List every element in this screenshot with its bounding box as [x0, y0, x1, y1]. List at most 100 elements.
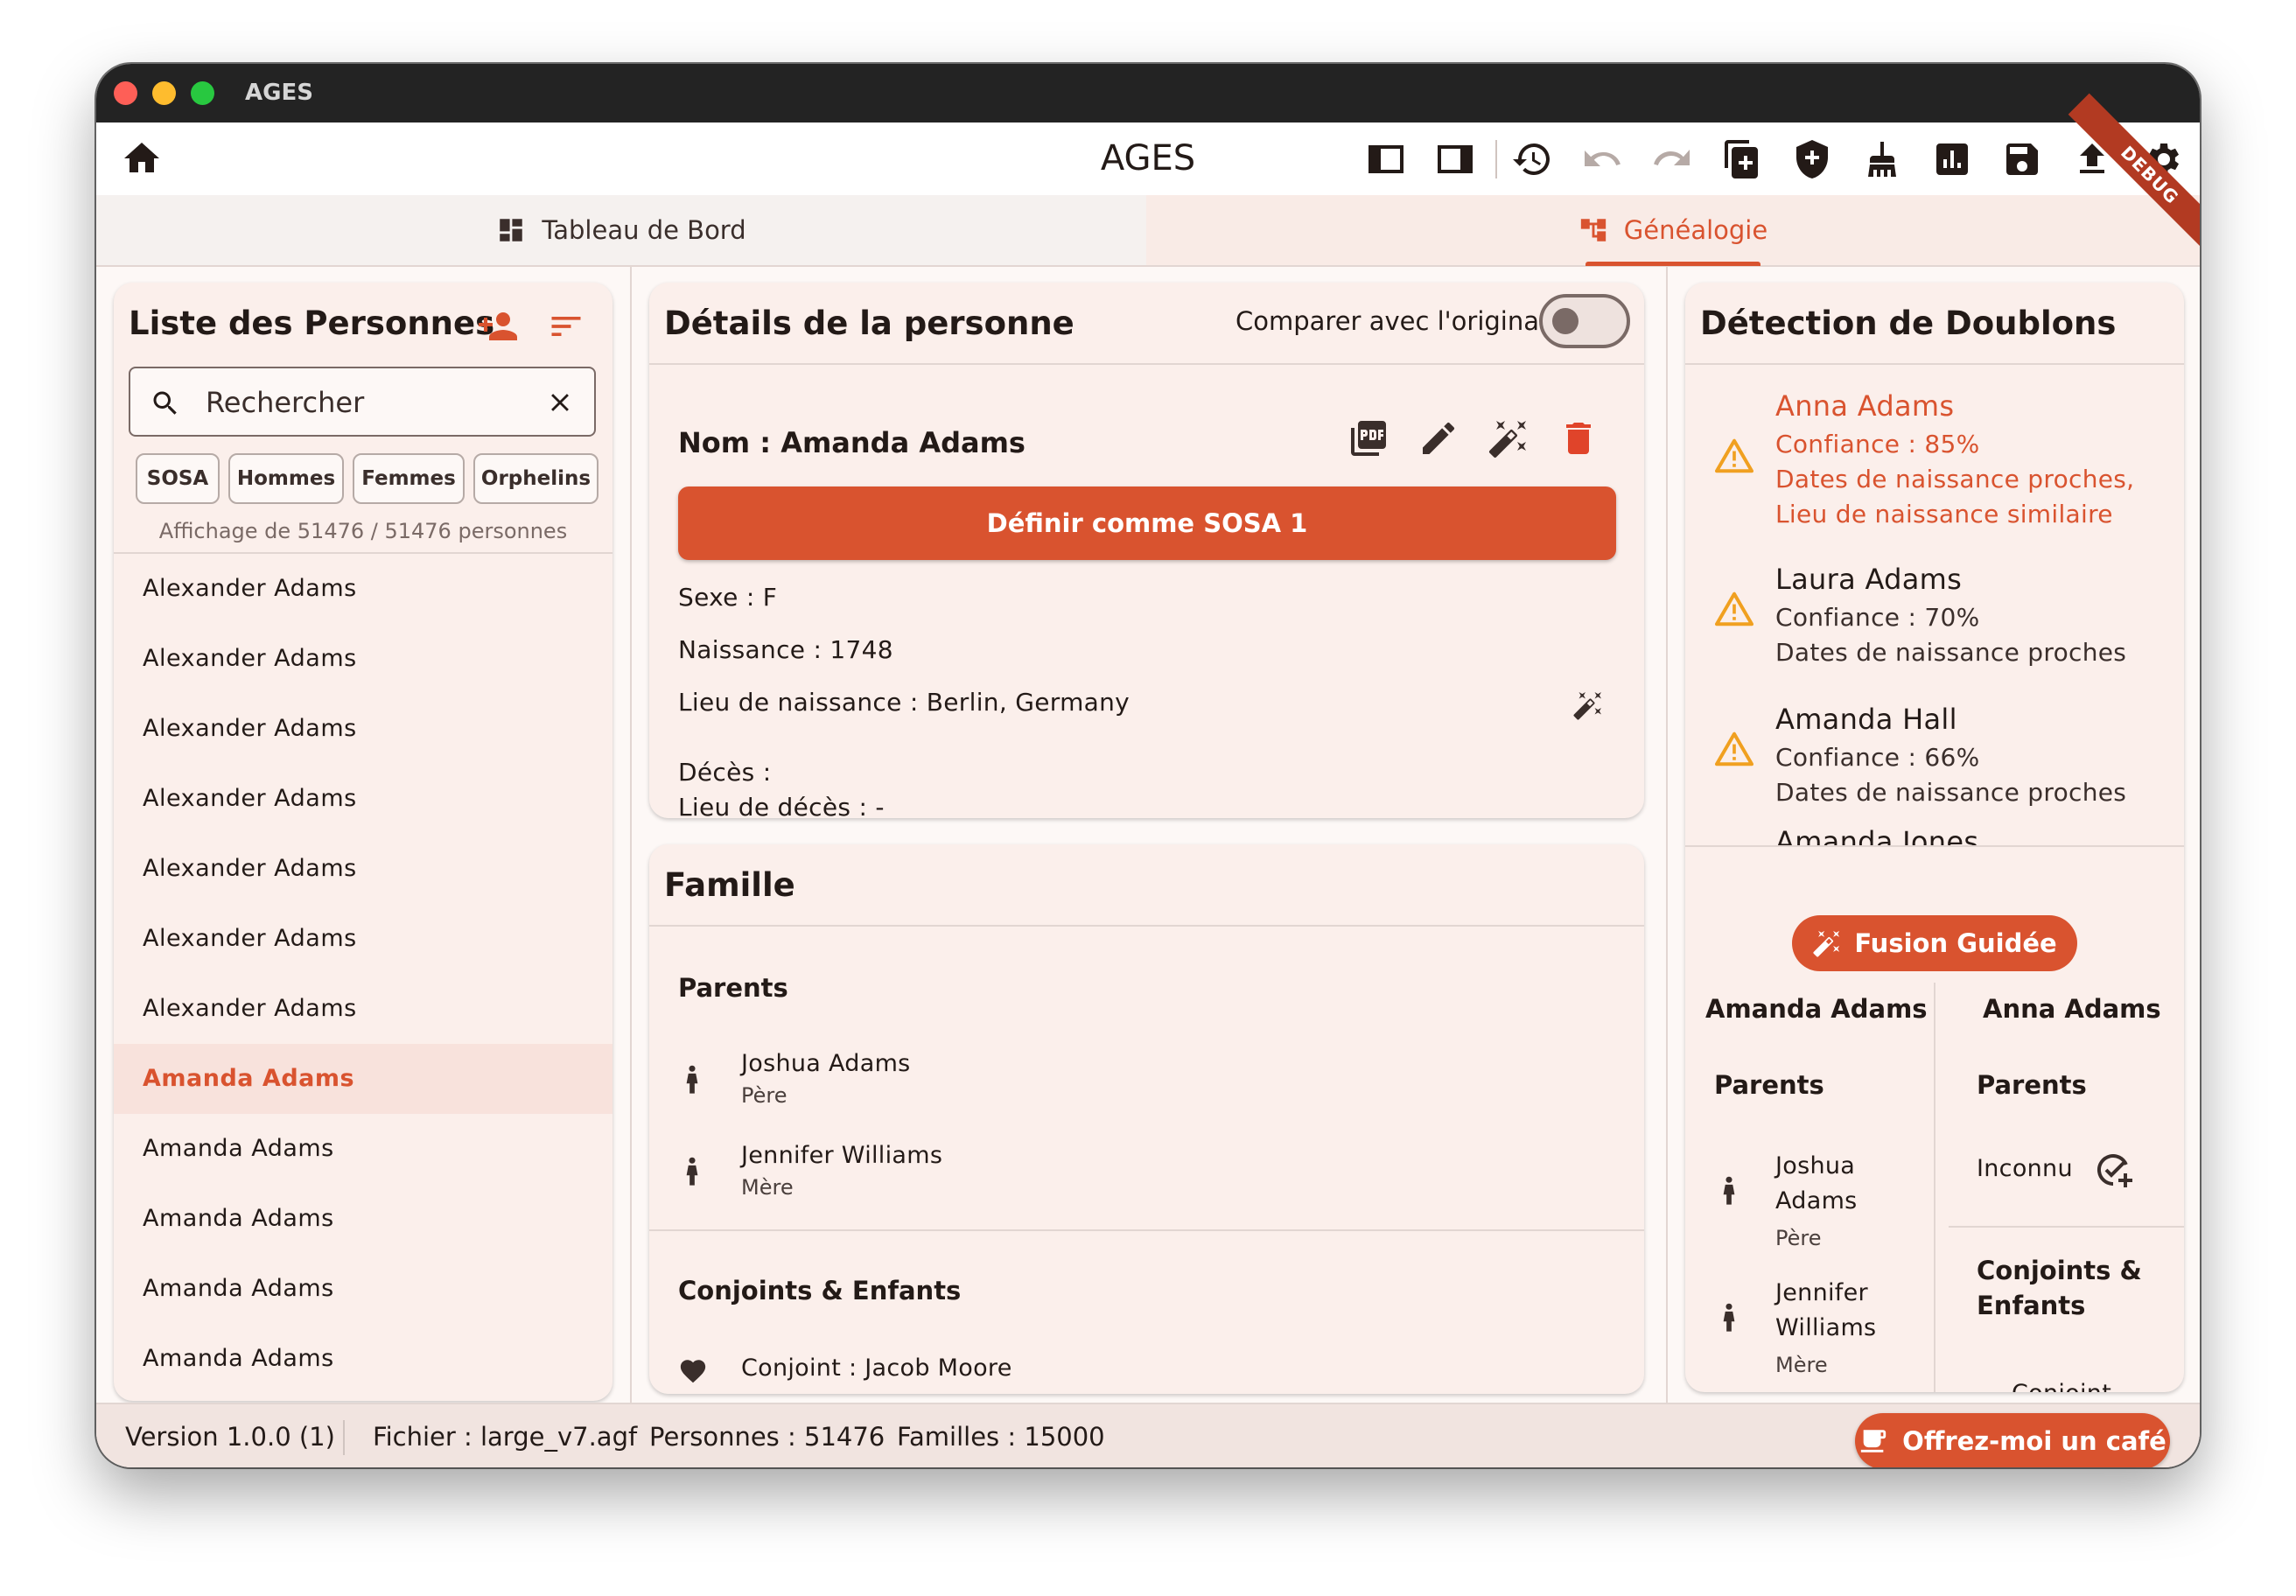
analytics-icon[interactable]: [1931, 138, 1973, 180]
person-list-item[interactable]: Amanda Adams: [114, 1114, 612, 1184]
divider: [649, 1229, 1644, 1231]
tab-genealogy[interactable]: Généalogie: [1146, 195, 2200, 265]
coffee-button-label: Offrez-moi un café: [1902, 1426, 2166, 1456]
search-input[interactable]: Rechercher: [129, 367, 596, 437]
person-list-item[interactable]: Alexander Adams: [114, 694, 612, 764]
parent-name[interactable]: Jennifer Williams: [741, 1142, 942, 1169]
divider: [1685, 363, 2184, 365]
duplicate-name: Amanda Hall: [1775, 703, 1957, 736]
toolbar-separator: [1495, 140, 1497, 178]
add-check-icon[interactable]: [2094, 1149, 2136, 1191]
duplicate-reason: Lieu de naissance similaire: [1775, 500, 2113, 528]
compare-parent-role: Mère: [1775, 1353, 1828, 1377]
filter-chip-men[interactable]: Hommes: [228, 453, 344, 504]
dashboard-icon: [500, 219, 523, 242]
search-icon: [153, 391, 177, 415]
person-list-item[interactable]: Alexander Adams: [114, 834, 612, 904]
version-text: Version 1.0.0 (1): [125, 1422, 335, 1452]
parents-heading: Parents: [678, 973, 788, 1003]
duplicate-confidence: Confiance : 70%: [1775, 603, 1980, 632]
parent-role: Mère: [741, 1175, 794, 1200]
compare-parent-first: Jennifer: [1775, 1279, 1868, 1306]
duplicate-reason: Dates de naissance proches: [1775, 778, 2127, 807]
person-birth-place: Lieu de naissance : Berlin, Germany: [678, 688, 1130, 717]
panel-right-icon[interactable]: [1434, 138, 1476, 180]
duplicate-item-clipped[interactable]: Amanda Jones: [1685, 825, 2184, 845]
person-list-item[interactable]: Alexander Adams: [114, 554, 612, 624]
filter-chip-orphans[interactable]: Orphelins: [473, 453, 598, 504]
save-icon[interactable]: [2001, 138, 2043, 180]
person-list-item[interactable]: Amanda Adams: [114, 1044, 612, 1114]
parent-role: Père: [741, 1083, 788, 1108]
magic-wand-icon[interactable]: [1488, 417, 1530, 459]
person-list-item[interactable]: Amanda Adams: [114, 1324, 612, 1394]
home-icon[interactable]: [121, 137, 163, 179]
zoom-window-button[interactable]: [191, 81, 214, 105]
person-icon: [1723, 1176, 1735, 1205]
magic-wand-icon[interactable]: [1572, 690, 1604, 721]
status-bar: Version 1.0.0 (1) Fichier : large_v7.agf…: [96, 1403, 2200, 1467]
warning-icon: [1715, 592, 1754, 626]
compare-right-spouse: Conjoint: [2012, 1376, 2111, 1392]
file-text: Fichier : large_v7.agf: [373, 1422, 638, 1452]
person-list-panel: Liste des Personnes Rechercher SOSA Homm…: [114, 283, 612, 1401]
person-list-item[interactable]: Alexander Adams: [114, 764, 612, 834]
person-list-item[interactable]: Alexander Adams: [114, 974, 612, 1044]
person-sex: Sexe : F: [678, 583, 778, 612]
parent-name[interactable]: Joshua Adams: [741, 1050, 911, 1077]
divider: [1685, 845, 2184, 847]
person-list-item[interactable]: Amanda Adams: [114, 1184, 612, 1254]
add-document-icon[interactable]: [1721, 138, 1763, 180]
compare-toggle[interactable]: [1539, 294, 1630, 348]
magic-wand-icon: [1813, 930, 1840, 957]
column-divider: [1666, 267, 1668, 1403]
compare-parent-last: Williams: [1775, 1314, 1877, 1341]
duplicate-name: Amanda Jones: [1775, 825, 1979, 845]
duplicate-reason: Dates de naissance proches,: [1775, 465, 2135, 494]
family-title: Famille: [664, 866, 795, 904]
guided-merge-label: Fusion Guidée: [1854, 928, 2057, 958]
pdf-icon[interactable]: [1348, 417, 1390, 459]
history-icon[interactable]: [1511, 138, 1553, 180]
undo-icon[interactable]: [1581, 138, 1623, 180]
person-count: Affichage de 51476 / 51476 personnes: [158, 519, 568, 543]
guided-merge-button[interactable]: Fusion Guidée: [1792, 915, 2077, 971]
coffee-button[interactable]: Offrez-moi un café: [1855, 1413, 2170, 1467]
column-divider: [630, 267, 632, 1403]
delete-icon[interactable]: [1558, 417, 1600, 459]
panel-left-icon[interactable]: [1365, 138, 1407, 180]
persons-count-text: Personnes : 51476: [649, 1422, 886, 1452]
clear-icon[interactable]: [545, 388, 575, 417]
person-name: Nom : Amanda Adams: [678, 426, 1026, 459]
compare-left-parents-heading: Parents: [1714, 1070, 1824, 1100]
divider: [649, 363, 1644, 365]
spouse-name[interactable]: Conjoint : Jacob Moore: [741, 1354, 1012, 1382]
compare-right-spouses-heading: Conjoints &: [1977, 1256, 2142, 1285]
filter-chip-women[interactable]: Femmes: [353, 453, 465, 504]
broom-icon[interactable]: [1861, 138, 1903, 180]
close-window-button[interactable]: [114, 81, 137, 105]
tab-dashboard[interactable]: Tableau de Bord: [96, 195, 1146, 265]
woman-icon: [686, 1157, 698, 1186]
divider: [1949, 1226, 2184, 1228]
person-death-place: Lieu de décès : -: [678, 793, 885, 818]
minimize-window-button[interactable]: [152, 81, 176, 105]
person-list-item[interactable]: Alexander Adams: [114, 624, 612, 694]
person-list-title: Liste des Personnes: [129, 304, 495, 342]
compare-right-name: Anna Adams: [1983, 994, 2161, 1024]
compare-toggle-label: Comparer avec l'original: [1236, 306, 1547, 336]
sort-icon[interactable]: [547, 307, 585, 346]
edit-icon[interactable]: [1418, 417, 1460, 459]
person-icon: [1723, 1303, 1735, 1332]
tab-dashboard-label: Tableau de Bord: [542, 215, 746, 245]
family-panel: Famille Parents Joshua Adams Père Jennif…: [649, 844, 1644, 1394]
compare-right-spouses-heading: Enfants: [1977, 1291, 2086, 1320]
person-list-item[interactable]: Amanda Adams: [114, 1254, 612, 1324]
filter-chip-sosa[interactable]: SOSA: [136, 453, 220, 504]
duplicate-reason: Dates de naissance proches: [1775, 638, 2127, 667]
add-person-icon[interactable]: [477, 305, 519, 347]
add-shield-icon[interactable]: [1791, 138, 1833, 180]
redo-icon[interactable]: [1651, 138, 1693, 180]
set-sosa-button[interactable]: Définir comme SOSA 1: [678, 486, 1616, 560]
person-list-item[interactable]: Alexander Adams: [114, 904, 612, 974]
